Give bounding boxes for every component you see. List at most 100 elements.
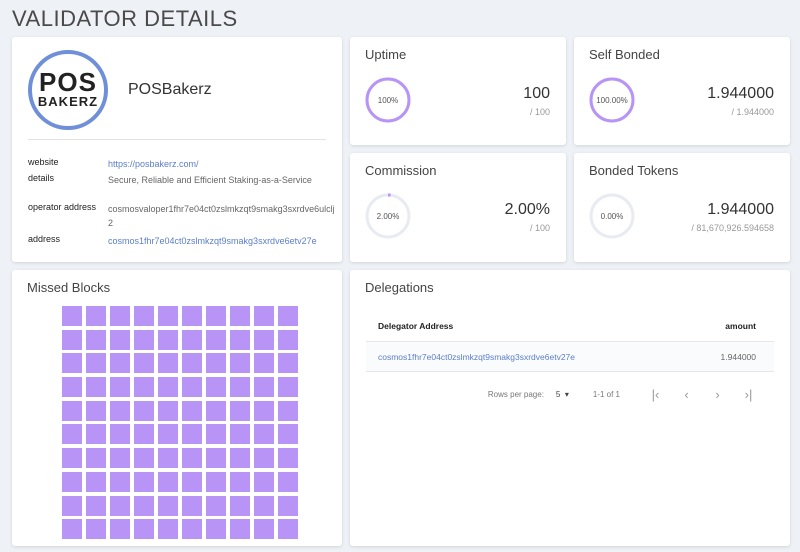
block-cell <box>158 424 178 445</box>
block-cell <box>62 448 82 469</box>
block-cell <box>278 471 298 492</box>
block-cell <box>134 306 154 326</box>
address-link[interactable]: cosmos1fhr7e04ct0zslmkzqt9smakg3sxrdve6e… <box>108 234 336 248</box>
uptime-card: Uptime 100% 100 / 100 <box>350 37 566 145</box>
block-cell <box>182 377 202 398</box>
column-header-delegator-address[interactable]: Delegator Address <box>378 321 453 331</box>
first-page-icon[interactable]: |‹ <box>640 387 671 402</box>
bonded-tokens-title: Bonded Tokens <box>589 163 679 178</box>
block-cell <box>110 400 130 421</box>
block-cell <box>86 400 106 421</box>
validator-logo: POS BAKERZ <box>28 50 108 130</box>
block-cell <box>230 400 250 421</box>
block-cell <box>206 377 226 398</box>
block-cell <box>206 400 226 421</box>
details-value: Secure, Reliable and Efficient Staking-a… <box>108 175 312 185</box>
block-cell <box>206 519 226 540</box>
block-cell <box>206 424 226 445</box>
block-cell <box>86 448 106 469</box>
block-cell <box>86 424 106 445</box>
rows-per-page-label: Rows per page: <box>487 389 544 399</box>
block-cell <box>86 353 106 374</box>
address-label: address <box>28 234 61 244</box>
commission-ring-label: 2.00% <box>376 211 400 221</box>
block-cell <box>110 471 130 492</box>
self-bonded-value: 1.944000 <box>707 85 774 102</box>
block-cell <box>62 471 82 492</box>
uptime-ring-label: 100% <box>377 95 399 105</box>
block-cell <box>158 519 178 540</box>
block-cell <box>278 519 298 540</box>
block-cell <box>86 306 106 326</box>
delegator-address-link[interactable]: cosmos1fhr7e04ct0zslmkzqt9smakg3sxrdve6e… <box>378 352 575 362</box>
block-cell <box>206 448 226 469</box>
details-label: details <box>28 173 55 183</box>
commission-value: 2.00% <box>504 201 550 218</box>
block-cell <box>134 424 154 445</box>
block-cell <box>254 353 274 374</box>
bonded-tokens-value: 1.944000 <box>707 201 774 218</box>
commission-total: / 100 <box>529 223 550 233</box>
block-cell <box>254 329 274 350</box>
validator-moniker: POSBakerz <box>128 81 212 98</box>
block-cell <box>158 400 178 421</box>
block-cell <box>254 424 274 445</box>
block-cell <box>254 448 274 469</box>
block-cell <box>134 400 154 421</box>
self-bonded-ring-label: 100.00% <box>596 95 628 105</box>
block-cell <box>110 329 130 350</box>
block-cell <box>86 471 106 492</box>
block-cell <box>206 495 226 516</box>
block-cell <box>158 448 178 469</box>
block-cell <box>278 377 298 398</box>
chevron-left-icon[interactable]: ‹ <box>671 387 702 402</box>
block-cell <box>158 306 178 326</box>
commission-title: Commission <box>365 163 437 178</box>
column-header-amount[interactable]: amount <box>725 321 756 331</box>
block-cell <box>278 424 298 445</box>
block-cell <box>86 519 106 540</box>
block-cell <box>278 306 298 326</box>
operator-address-value: cosmosvaloper1fhr7e04ct0zslmkzqt9smakg3s… <box>108 204 335 228</box>
logo-text-top: POS <box>39 67 97 97</box>
block-cell <box>206 306 226 326</box>
block-cell <box>230 448 250 469</box>
bonded-tokens-ring-label: 0.00% <box>600 211 624 221</box>
block-cell <box>254 400 274 421</box>
block-cell <box>62 424 82 445</box>
block-cell <box>182 471 202 492</box>
block-cell <box>86 495 106 516</box>
block-cell <box>182 329 202 350</box>
block-cell <box>134 471 154 492</box>
block-cell <box>134 329 154 350</box>
delegations-table: Delegator Address amount cosmos1fhr7e04c… <box>366 308 774 372</box>
block-cell <box>278 495 298 516</box>
commission-card: Commission 2.00% 2.00% / 100 <box>350 153 566 262</box>
website-link[interactable]: https://posbakerz.com/ <box>108 157 336 171</box>
block-cell <box>254 306 274 326</box>
block-cell <box>182 400 202 421</box>
delegations-title: Delegations <box>365 280 434 295</box>
block-cell <box>278 400 298 421</box>
chevron-right-icon[interactable]: › <box>702 387 733 402</box>
rows-per-page-select[interactable]: 5 ▾ <box>556 390 569 399</box>
missed-blocks-card: Missed Blocks <box>12 270 342 546</box>
uptime-title: Uptime <box>365 47 407 62</box>
self-bonded-total: / 1.944000 <box>731 107 774 117</box>
block-cell <box>230 495 250 516</box>
block-cell <box>110 377 130 398</box>
missed-blocks-title: Missed Blocks <box>27 280 111 295</box>
delegation-amount: 1.944000 <box>720 352 756 362</box>
profile-divider <box>28 139 326 140</box>
block-cell <box>254 495 274 516</box>
block-cell <box>110 424 130 445</box>
table-header: Delegator Address amount <box>366 308 774 342</box>
block-cell <box>110 519 130 540</box>
block-cell <box>206 353 226 374</box>
block-cell <box>62 495 82 516</box>
bonded-tokens-card: Bonded Tokens 0.00% 1.944000 / 81,670,92… <box>574 153 790 262</box>
pagination: Rows per page: 5 ▾ 1-1 of 1 |‹ ‹ › ›| <box>488 384 764 404</box>
block-cell <box>62 400 82 421</box>
last-page-icon[interactable]: ›| <box>733 387 764 402</box>
block-cell <box>254 471 274 492</box>
